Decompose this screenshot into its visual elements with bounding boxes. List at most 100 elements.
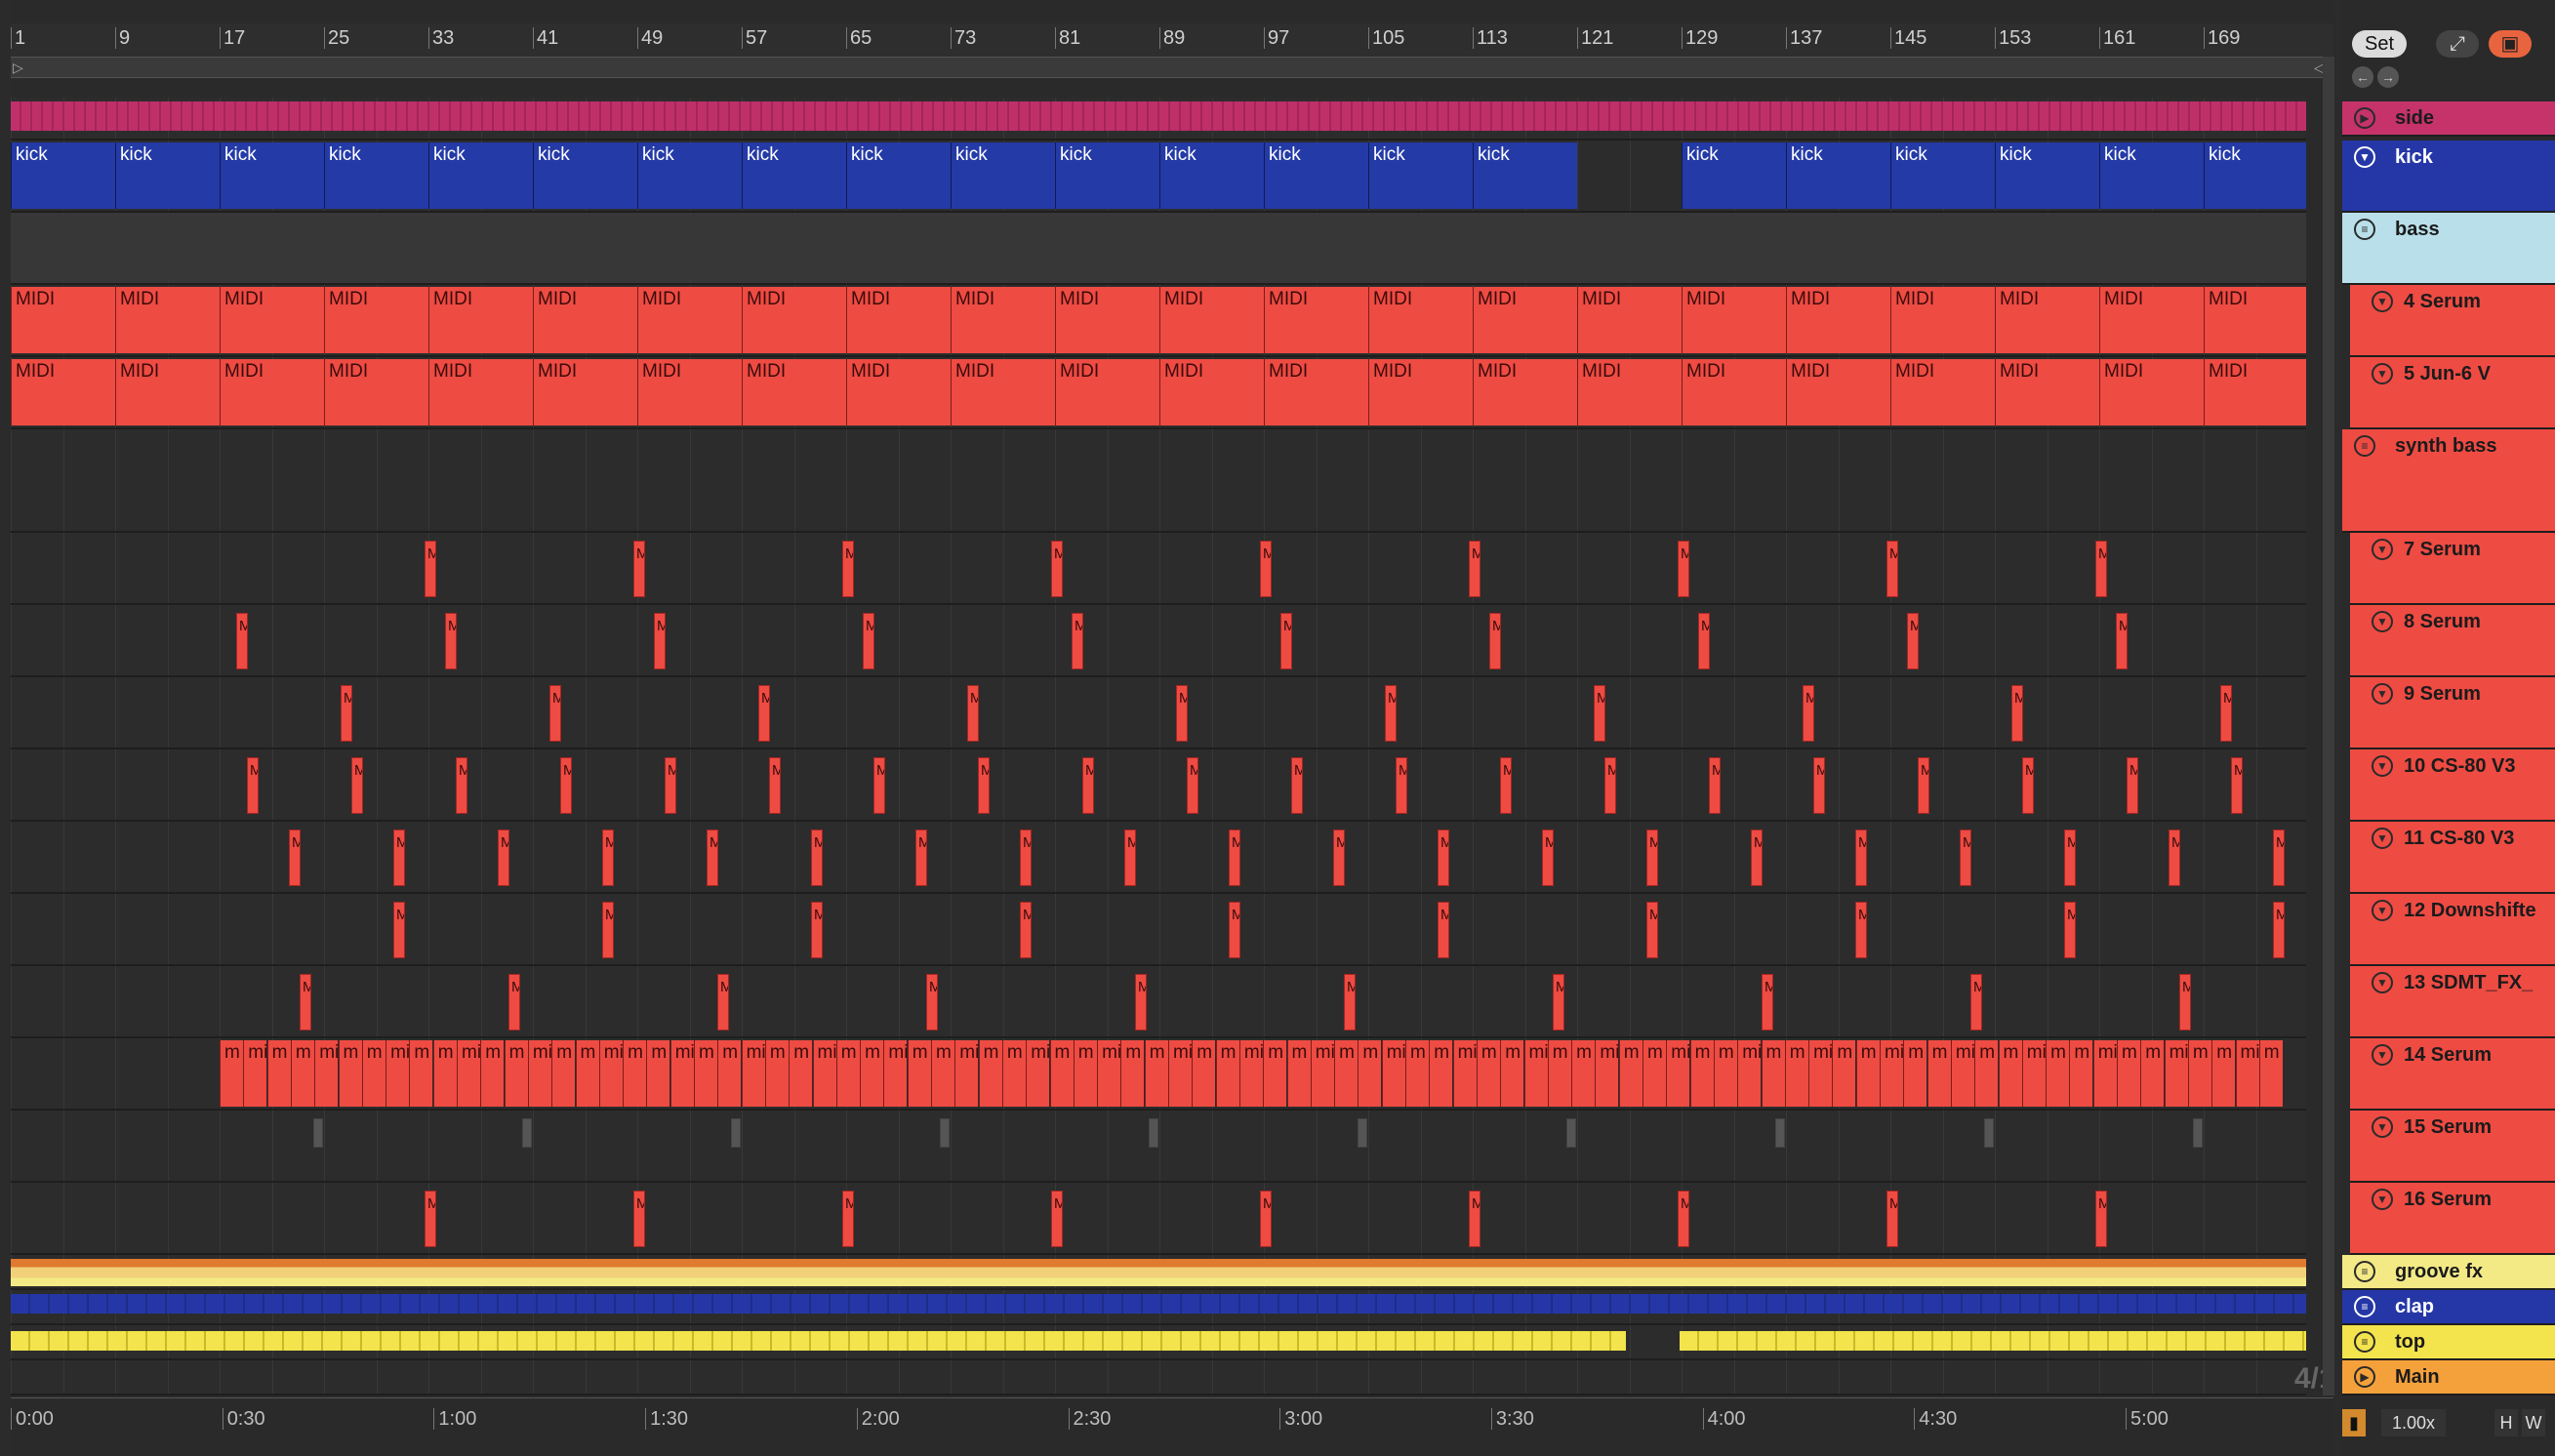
track-lane[interactable] bbox=[11, 1325, 2306, 1360]
track-lane[interactable] bbox=[11, 98, 2306, 141]
clip[interactable]: M bbox=[654, 613, 666, 669]
clip[interactable]: m bbox=[646, 1040, 670, 1107]
clip[interactable]: M bbox=[1886, 541, 1898, 597]
waveform-icon[interactable]: ▮ bbox=[2342, 1409, 2366, 1436]
clip[interactable]: m bbox=[361, 1040, 385, 1107]
clip[interactable]: M bbox=[863, 613, 874, 669]
clip[interactable]: M bbox=[341, 685, 352, 742]
clip[interactable]: m bbox=[1974, 1040, 1999, 1107]
clip[interactable]: M bbox=[456, 757, 467, 814]
clip[interactable]: M bbox=[425, 1191, 436, 1247]
clip[interactable]: MIDI bbox=[428, 359, 533, 425]
clip[interactable]: kick bbox=[428, 142, 533, 209]
clip[interactable]: M bbox=[842, 541, 854, 597]
clip[interactable]: m bbox=[1855, 1040, 1880, 1107]
clip[interactable]: M bbox=[1646, 829, 1658, 886]
clip[interactable] bbox=[2193, 1118, 2203, 1148]
track-header-11-cs-80-v3[interactable]: ▼ 11 CS-80 V3 bbox=[2350, 822, 2555, 894]
clip[interactable]: kick bbox=[1473, 142, 1577, 209]
clip[interactable]: m bbox=[1476, 1040, 1500, 1107]
clip[interactable]: m bbox=[1689, 1040, 1714, 1107]
clip[interactable] bbox=[1149, 1118, 1158, 1148]
chevron-down-icon[interactable]: ▼ bbox=[2372, 683, 2393, 705]
clip[interactable]: m bbox=[2187, 1040, 2211, 1107]
clip[interactable]: m bbox=[835, 1040, 860, 1107]
clip[interactable]: MIDI bbox=[1786, 287, 1890, 353]
clip[interactable]: m bbox=[1263, 1040, 1287, 1107]
clip[interactable]: M bbox=[1469, 1191, 1480, 1247]
clip[interactable]: mi bbox=[1238, 1040, 1263, 1107]
clip[interactable]: M bbox=[508, 974, 520, 1031]
clip[interactable]: M bbox=[2127, 757, 2138, 814]
clip[interactable]: M bbox=[758, 685, 770, 742]
track-header-14-serum[interactable]: ▼ 14 Serum bbox=[2350, 1038, 2555, 1111]
clip[interactable]: m bbox=[1713, 1040, 1737, 1107]
clip[interactable] bbox=[313, 1118, 323, 1148]
clip[interactable]: M bbox=[351, 757, 363, 814]
clip[interactable]: m bbox=[480, 1040, 505, 1107]
clip[interactable]: M bbox=[1970, 974, 1982, 1031]
clip[interactable]: MIDI bbox=[1890, 359, 1995, 425]
clip[interactable]: m bbox=[1784, 1040, 1808, 1107]
clip[interactable]: m bbox=[1998, 1040, 2022, 1107]
clip[interactable]: m bbox=[1192, 1040, 1216, 1107]
clip[interactable]: MIDI bbox=[846, 287, 951, 353]
clip[interactable]: M bbox=[1542, 829, 1554, 886]
track-header-side[interactable]: ▶ side bbox=[2342, 101, 2555, 137]
clip[interactable]: M bbox=[1855, 902, 1867, 958]
clip[interactable]: M bbox=[1469, 541, 1480, 597]
clip[interactable]: mi bbox=[314, 1040, 339, 1107]
clip[interactable]: m bbox=[2140, 1040, 2165, 1107]
clip[interactable] bbox=[1775, 1118, 1785, 1148]
track-lane[interactable] bbox=[11, 1111, 2306, 1183]
clip[interactable]: M bbox=[1229, 902, 1240, 958]
clip[interactable]: m bbox=[2211, 1040, 2236, 1107]
clip[interactable]: MIDI bbox=[324, 359, 428, 425]
clip[interactable]: m bbox=[1405, 1040, 1429, 1107]
clip[interactable]: MIDI bbox=[1786, 359, 1890, 425]
clip[interactable]: kick bbox=[1682, 142, 1786, 209]
clip[interactable]: M bbox=[1072, 613, 1083, 669]
clip[interactable]: kick bbox=[2099, 142, 2204, 209]
clip[interactable]: m bbox=[1500, 1040, 1524, 1107]
clip[interactable]: MIDI bbox=[1473, 359, 1577, 425]
clip[interactable]: MIDI bbox=[1055, 287, 1159, 353]
clip[interactable]: M bbox=[1135, 974, 1147, 1031]
track-header-bass[interactable]: ≡ bass bbox=[2342, 213, 2555, 285]
play-icon[interactable]: ▶ bbox=[2354, 1366, 2375, 1388]
clip[interactable]: MIDI bbox=[637, 359, 742, 425]
clip[interactable]: M bbox=[717, 974, 729, 1031]
clip[interactable]: m bbox=[2069, 1040, 2093, 1107]
track-lane[interactable]: MMMMMMMMM bbox=[11, 1183, 2306, 1255]
clip[interactable]: m bbox=[504, 1040, 528, 1107]
clip[interactable]: M bbox=[1385, 685, 1397, 742]
clip[interactable]: M bbox=[1176, 685, 1188, 742]
clip[interactable]: kick bbox=[1159, 142, 1264, 209]
clip[interactable]: mi bbox=[2021, 1040, 2046, 1107]
clip[interactable]: mi bbox=[1168, 1040, 1192, 1107]
clip[interactable]: kick bbox=[115, 142, 220, 209]
track-header-top[interactable]: ≡ top bbox=[2342, 1325, 2555, 1360]
clip[interactable]: M bbox=[393, 902, 405, 958]
clip[interactable]: M bbox=[2095, 1191, 2107, 1247]
clip[interactable]: kick bbox=[1368, 142, 1473, 209]
clip[interactable]: mi bbox=[1026, 1040, 1050, 1107]
clip[interactable]: kick bbox=[11, 142, 115, 209]
chevron-down-icon[interactable]: ▼ bbox=[2372, 972, 2393, 993]
clip[interactable]: M bbox=[2011, 685, 2023, 742]
track-header-synth-bass[interactable]: ≡ synth bass bbox=[2342, 429, 2555, 533]
clip[interactable]: MIDI bbox=[1995, 287, 2099, 353]
group-icon[interactable]: ≡ bbox=[2354, 435, 2375, 457]
clip[interactable]: kick bbox=[220, 142, 324, 209]
clip[interactable]: kick bbox=[951, 142, 1055, 209]
clip[interactable]: mi bbox=[1737, 1040, 1762, 1107]
track-lane[interactable]: MMMMMMMMMM bbox=[11, 677, 2306, 749]
clip[interactable]: mi bbox=[527, 1040, 551, 1107]
track-lane[interactable] bbox=[11, 1360, 2306, 1395]
clip[interactable]: M bbox=[1260, 1191, 1272, 1247]
clip[interactable]: M bbox=[1678, 541, 1689, 597]
chevron-down-icon[interactable]: ▼ bbox=[2354, 146, 2375, 168]
clip[interactable]: mi bbox=[2164, 1040, 2188, 1107]
track-header-groove-fx[interactable]: ≡ groove fx bbox=[2342, 1255, 2555, 1290]
clip[interactable]: M bbox=[967, 685, 979, 742]
